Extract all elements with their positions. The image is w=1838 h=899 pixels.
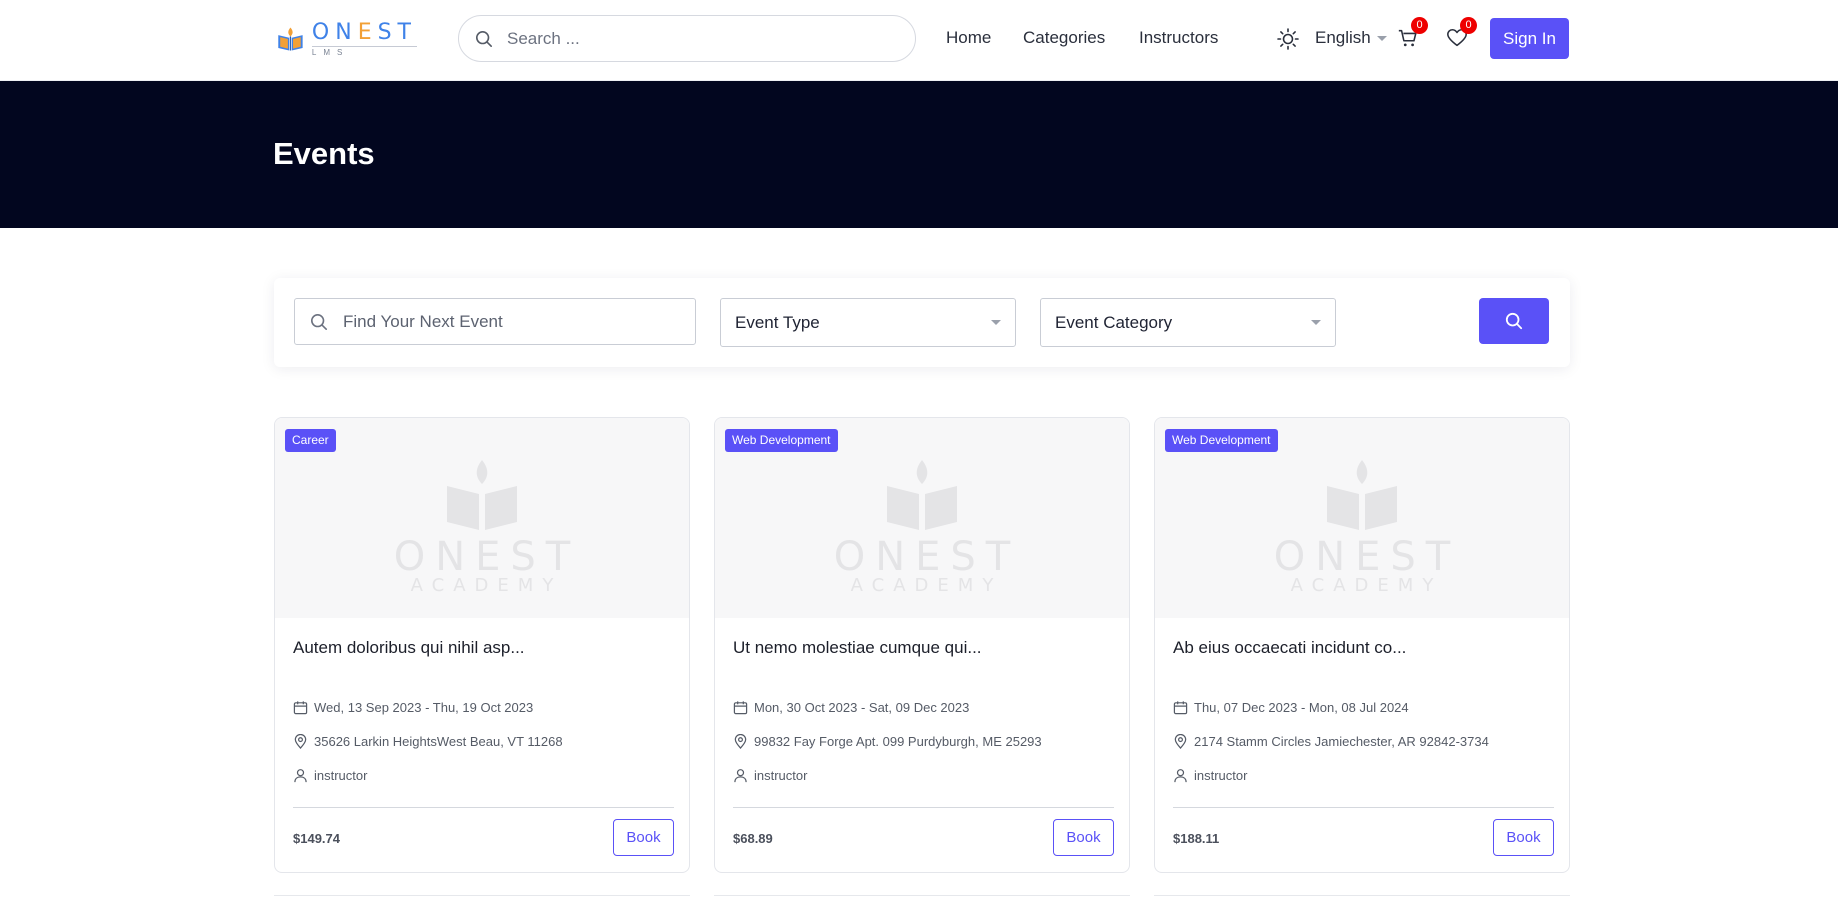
nav-instructors-link[interactable]: Instructors (1139, 28, 1218, 48)
card-divider (733, 807, 1114, 808)
category-tag[interactable]: Web Development (1165, 429, 1278, 452)
event-title[interactable]: Ut nemo molestiae cumque qui... (733, 638, 982, 658)
event-instructor: instructor (1173, 768, 1247, 783)
placeholder-sub: ACADEMY (850, 575, 1003, 596)
search-icon (475, 30, 493, 47)
academy-logo-icon (886, 460, 957, 530)
event-thumbnail[interactable]: ONEST ACADEMY (275, 418, 689, 618)
calendar-icon (293, 701, 308, 715)
page-banner: Events (0, 81, 1838, 228)
event-instructor: instructor (293, 768, 367, 783)
event-dates: Wed, 13 Sep 2023 - Thu, 19 Oct 2023 (293, 700, 533, 715)
academy-logo-icon (1326, 460, 1397, 530)
event-card[interactable]: ONEST ACADEMY Career Autem doloribus qui… (274, 417, 690, 873)
sign-in-button[interactable]: Sign In (1490, 18, 1569, 59)
event-search-input[interactable] (343, 311, 673, 332)
placeholder-logo: ONEST ACADEMY (384, 456, 581, 596)
event-card-partial (1154, 895, 1570, 899)
event-card[interactable]: ONEST ACADEMY Web Development Ab eius oc… (1154, 417, 1570, 873)
site-logo[interactable]: ONEST LMS (277, 14, 417, 64)
calendar-icon (1173, 701, 1188, 715)
user-icon (1174, 769, 1187, 783)
logo-name-right: ST (377, 19, 417, 45)
book-button[interactable]: Book (1493, 819, 1554, 856)
event-title[interactable]: Autem doloribus qui nihil asp... (293, 638, 525, 658)
theme-toggle-button[interactable] (1276, 27, 1300, 51)
event-instructor-text: instructor (754, 768, 808, 783)
user-icon (294, 769, 307, 783)
category-tag[interactable]: Web Development (725, 429, 838, 452)
logo-name-accent: E (357, 19, 378, 45)
nav-home-link[interactable]: Home (946, 28, 991, 48)
placeholder-name: ONEST (1273, 534, 1461, 580)
placeholder-name: ONEST (833, 534, 1021, 580)
wishlist-count-badge: 0 (1460, 17, 1477, 34)
event-filter-bar: Event Type Event Category (274, 278, 1570, 367)
event-location-text: 99832 Fay Forge Apt. 099 Purdyburgh, ME … (754, 734, 1042, 749)
logo-subtitle: LMS (311, 45, 417, 58)
event-location-text: 35626 Larkin HeightsWest Beau, VT 11268 (314, 734, 563, 749)
event-dates: Mon, 30 Oct 2023 - Sat, 09 Dec 2023 (733, 700, 969, 715)
site-search-box[interactable] (458, 15, 916, 62)
event-price: $149.74 (293, 831, 340, 846)
calendar-icon (733, 701, 748, 715)
chevron-down-icon (1311, 320, 1321, 325)
location-pin-icon (1174, 734, 1187, 749)
event-dates-text: Wed, 13 Sep 2023 - Thu, 19 Oct 2023 (314, 700, 534, 715)
event-location: 35626 Larkin HeightsWest Beau, VT 11268 (293, 734, 563, 749)
logo-wordmark: ONEST (311, 19, 417, 45)
language-label: English (1315, 28, 1371, 47)
language-selector[interactable]: English (1315, 28, 1387, 48)
event-price: $68.89 (733, 831, 773, 846)
event-dates-text: Thu, 07 Dec 2023 - Mon, 08 Jul 2024 (1194, 700, 1409, 715)
event-dates: Thu, 07 Dec 2023 - Mon, 08 Jul 2024 (1173, 700, 1409, 715)
card-divider (1173, 807, 1554, 808)
placeholder-sub: ACADEMY (1290, 575, 1443, 596)
event-search-box[interactable] (294, 298, 696, 345)
logo-book-icon (278, 27, 303, 51)
location-pin-icon (294, 734, 307, 749)
event-location: 99832 Fay Forge Apt. 099 Purdyburgh, ME … (733, 734, 1042, 749)
book-button[interactable]: Book (1053, 819, 1114, 856)
event-search-button[interactable] (1479, 298, 1549, 344)
logo-name-left: ON (311, 19, 358, 45)
nav-categories-link[interactable]: Categories (1023, 28, 1105, 48)
card-divider (293, 807, 674, 808)
cart-count-badge: 0 (1411, 17, 1428, 34)
location-pin-icon (734, 734, 747, 749)
placeholder-sub: ACADEMY (410, 575, 563, 596)
event-card-partial (274, 895, 690, 899)
user-icon (734, 769, 747, 783)
event-location-text: 2174 Stamm Circles Jamiechester, AR 9284… (1194, 734, 1489, 749)
placeholder-logo: ONEST ACADEMY (824, 456, 1021, 596)
event-type-label: Event Type (735, 312, 820, 332)
event-price: $188.11 (1173, 831, 1220, 846)
chevron-down-icon (991, 320, 1001, 325)
category-tag[interactable]: Career (285, 429, 336, 452)
page-title: Events (273, 136, 375, 171)
event-type-select[interactable]: Event Type (720, 298, 1016, 347)
event-location: 2174 Stamm Circles Jamiechester, AR 9284… (1173, 734, 1489, 749)
top-navbar: ONEST LMS Home Categories Instructors En… (0, 0, 1838, 81)
event-card-partial (714, 895, 1130, 899)
event-instructor-text: instructor (314, 768, 368, 783)
search-icon (310, 313, 328, 330)
search-icon (1505, 312, 1523, 330)
event-dates-text: Mon, 30 Oct 2023 - Sat, 09 Dec 2023 (754, 700, 970, 715)
sun-icon (1277, 28, 1299, 50)
event-instructor-text: instructor (1194, 768, 1248, 783)
chevron-down-icon (1376, 35, 1387, 41)
event-card[interactable]: ONEST ACADEMY Web Development Ut nemo mo… (714, 417, 1130, 873)
site-search-input[interactable] (507, 28, 887, 49)
academy-logo-icon (446, 460, 517, 530)
cart-button[interactable]: 0 (1397, 17, 1428, 51)
event-category-select[interactable]: Event Category (1040, 298, 1336, 347)
wishlist-button[interactable]: 0 (1446, 17, 1477, 51)
event-instructor: instructor (733, 768, 807, 783)
event-category-label: Event Category (1055, 312, 1173, 332)
placeholder-name: ONEST (393, 534, 581, 580)
placeholder-logo: ONEST ACADEMY (1264, 456, 1461, 596)
event-title[interactable]: Ab eius occaecati incidunt co... (1173, 638, 1406, 658)
book-button[interactable]: Book (613, 819, 674, 856)
